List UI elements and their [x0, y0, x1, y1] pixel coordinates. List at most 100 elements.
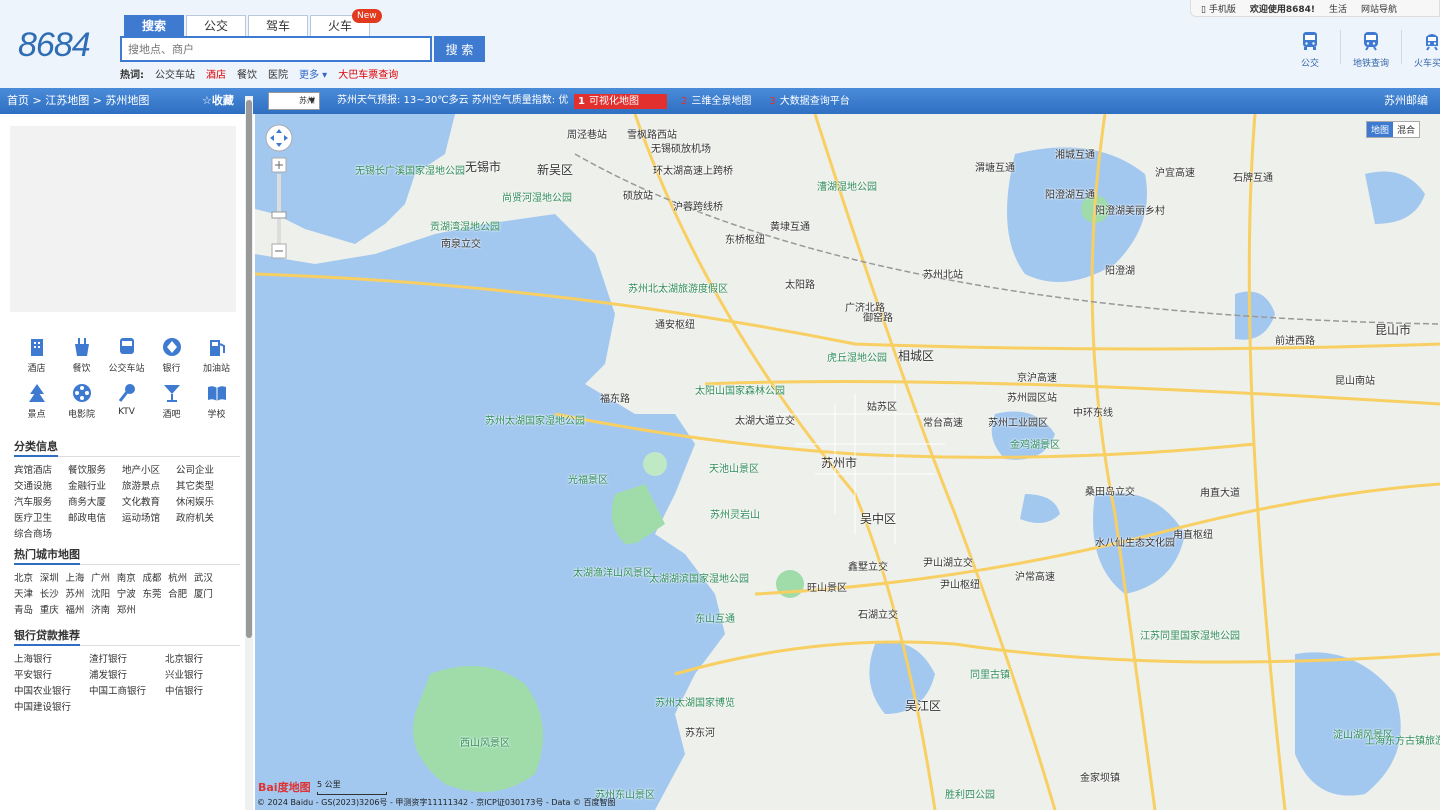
- city-link[interactable]: 长沙: [40, 586, 66, 600]
- tab-drive[interactable]: 驾车: [248, 15, 308, 36]
- city-link[interactable]: 宁波: [117, 586, 143, 600]
- bank-link[interactable]: 北京银行: [165, 651, 240, 665]
- more-link[interactable]: 更多 ▾: [299, 66, 327, 81]
- city-link[interactable]: 深圳: [40, 570, 66, 584]
- map-label[interactable]: 姑苏区: [867, 398, 897, 413]
- bank-link[interactable]: 中国建设银行: [14, 699, 89, 713]
- hot-item[interactable]: 大巴车票查询: [338, 66, 398, 81]
- classify-link[interactable]: 汽车服务: [14, 494, 68, 508]
- map-label[interactable]: 苏州市: [821, 454, 857, 471]
- map-label[interactable]: 石牌互通: [1233, 169, 1273, 184]
- bank-link[interactable]: 中信银行: [165, 683, 240, 697]
- map-label[interactable]: 太湖湖滨国家湿地公园: [649, 570, 749, 585]
- map-label[interactable]: 阳澄湖美丽乡村: [1095, 202, 1165, 217]
- category-scenic[interactable]: 景点: [14, 382, 59, 420]
- map-label[interactable]: 太阳山国家森林公园: [695, 382, 785, 397]
- search-button[interactable]: 搜 索: [434, 36, 485, 62]
- map-label[interactable]: 阳澄湖互通: [1045, 186, 1095, 201]
- classify-link[interactable]: 政府机关: [176, 510, 230, 524]
- classify-link[interactable]: 运动场馆: [122, 510, 176, 524]
- city-link[interactable]: 北京: [14, 570, 40, 584]
- map-label[interactable]: 漕湖湿地公园: [817, 178, 877, 193]
- classify-link[interactable]: 商务大厦: [68, 494, 122, 508]
- site-nav-link[interactable]: 网站导航: [1361, 2, 1397, 15]
- map-label[interactable]: 天池山景区: [709, 460, 759, 475]
- city-link[interactable]: 郑州: [117, 602, 143, 616]
- map-label[interactable]: 西山风景区: [460, 734, 510, 749]
- city-link[interactable]: 南京: [117, 570, 143, 584]
- map-label[interactable]: 桑田岛立交: [1085, 483, 1135, 498]
- map-label[interactable]: 无锡硕放机场: [651, 140, 711, 155]
- map-label[interactable]: 苏州灵岩山: [710, 506, 760, 521]
- city-link[interactable]: 武汉: [194, 570, 220, 584]
- city-link[interactable]: 成都: [142, 570, 168, 584]
- city-link[interactable]: 济南: [91, 602, 117, 616]
- bank-link[interactable]: 中国工商银行: [89, 683, 165, 697]
- map-label[interactable]: 金鸡湖景区: [1010, 436, 1060, 451]
- classify-link[interactable]: 休闲娱乐: [176, 494, 230, 508]
- map-label[interactable]: 吴中区: [860, 510, 896, 527]
- map-label[interactable]: 阳澄湖: [1105, 262, 1135, 277]
- map-label[interactable]: 苏州北太湖旅游度假区: [628, 280, 728, 295]
- map-label[interactable]: 通安枢纽: [655, 316, 695, 331]
- map-label[interactable]: 雪枫路西站: [627, 126, 677, 141]
- map-label[interactable]: 常台高速: [923, 414, 963, 429]
- map-label[interactable]: 环太湖高速上跨桥: [653, 162, 733, 177]
- map-label[interactable]: 尚贤河湿地公园: [502, 189, 572, 204]
- city-link[interactable]: 合肥: [168, 586, 194, 600]
- classify-link[interactable]: 医疗卫生: [14, 510, 68, 524]
- classify-link[interactable]: 交通设施: [14, 478, 68, 492]
- map-label[interactable]: 相城区: [898, 347, 934, 364]
- promo-link-3d-map[interactable]: 2 三维全景地图: [677, 94, 755, 109]
- map-label[interactable]: 新吴区: [537, 161, 573, 178]
- classify-link[interactable]: 公司企业: [176, 462, 230, 476]
- hot-item[interactable]: 公交车站: [155, 66, 195, 81]
- train-link[interactable]: 火车买票: [1410, 30, 1440, 69]
- scrollbar-thumb[interactable]: [246, 100, 252, 638]
- category-food[interactable]: 餐饮: [59, 336, 104, 374]
- category-school[interactable]: 学校: [194, 382, 239, 420]
- map-type-hybrid[interactable]: 混合: [1393, 122, 1419, 137]
- map-label[interactable]: 无锡市: [465, 158, 501, 175]
- map-label[interactable]: 昆山市: [1375, 321, 1411, 338]
- life-link[interactable]: 生活: [1329, 2, 1347, 15]
- map-label[interactable]: 京沪高速: [1017, 369, 1057, 384]
- bank-link[interactable]: 渣打银行: [89, 651, 165, 665]
- map-label[interactable]: 太湖渔洋山风景区: [573, 564, 653, 579]
- classify-link[interactable]: 文化教育: [122, 494, 176, 508]
- map-label[interactable]: 硕放站: [623, 187, 653, 202]
- map-label[interactable]: 渭塘互通: [975, 159, 1015, 174]
- city-link[interactable]: 苏州: [65, 586, 91, 600]
- map-label[interactable]: 中环东线: [1073, 404, 1113, 419]
- classify-link[interactable]: 邮政电信: [68, 510, 122, 524]
- subway-link[interactable]: 地铁查询: [1349, 30, 1393, 69]
- map-label[interactable]: 苏州工业园区: [988, 414, 1048, 429]
- map-label[interactable]: 黄埭互通: [770, 218, 810, 233]
- city-link[interactable]: 青岛: [14, 602, 40, 616]
- hot-item[interactable]: 餐饮: [237, 66, 257, 81]
- map-label[interactable]: 沪常高速: [1015, 568, 1055, 583]
- map-label[interactable]: 贡湖湾湿地公园: [430, 218, 500, 233]
- city-link[interactable]: 上海: [65, 570, 91, 584]
- bus-link[interactable]: 公交: [1288, 30, 1332, 69]
- map-label[interactable]: 御窑路: [863, 309, 893, 324]
- classify-link[interactable]: 综合商场: [14, 526, 68, 540]
- classify-link[interactable]: 旅游景点: [122, 478, 176, 492]
- map-label[interactable]: 甪直大道: [1200, 484, 1240, 499]
- map-label[interactable]: 苏州园区站: [1007, 389, 1057, 404]
- map-label[interactable]: 前进西路: [1275, 332, 1315, 347]
- map-label[interactable]: 上海东方古镇旅游: [1365, 732, 1440, 747]
- city-link[interactable]: 东莞: [142, 586, 168, 600]
- category-bank[interactable]: 银行: [149, 336, 194, 374]
- map-label[interactable]: 甪直枢纽: [1173, 526, 1213, 541]
- city-link[interactable]: 沈阳: [91, 586, 117, 600]
- map-label[interactable]: 东桥枢纽: [725, 231, 765, 246]
- search-input[interactable]: [120, 36, 432, 62]
- bank-link[interactable]: 浦发银行: [89, 667, 165, 681]
- category-bus[interactable]: 公交车站: [104, 336, 149, 374]
- bank-link[interactable]: 中国农业银行: [14, 683, 89, 697]
- map-label[interactable]: 吴江区: [905, 697, 941, 714]
- promo-link-visual-map[interactable]: 1 可视化地图: [574, 94, 667, 109]
- map-label[interactable]: 虎丘湿地公园: [827, 349, 887, 364]
- category-hotel[interactable]: 酒店: [14, 336, 59, 374]
